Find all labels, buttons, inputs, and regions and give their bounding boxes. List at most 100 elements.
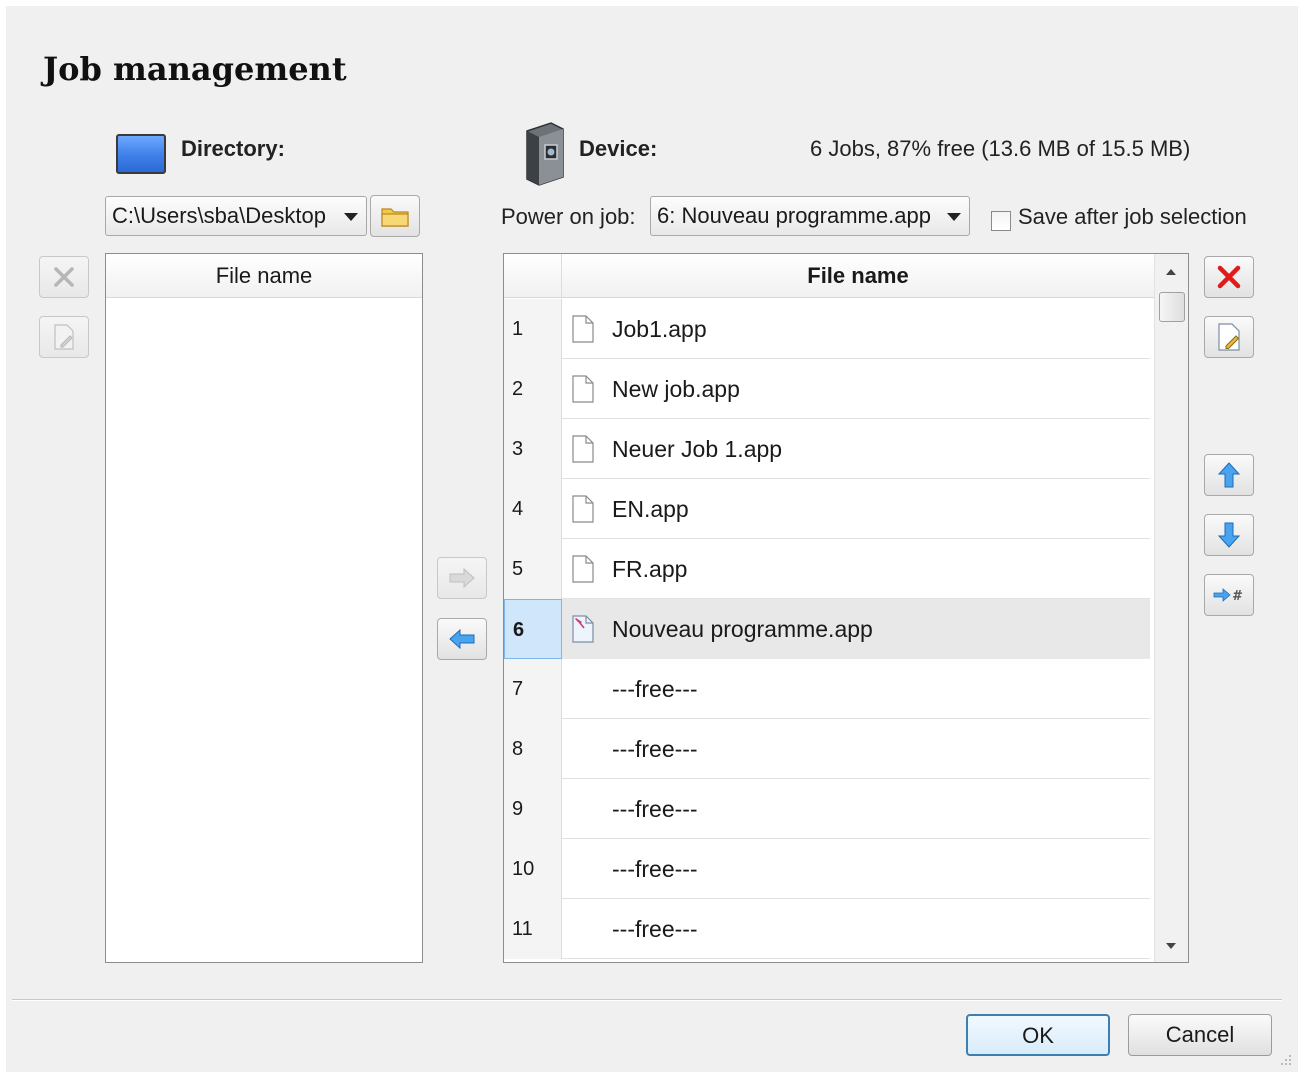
- job-row[interactable]: 10 ---free---: [504, 839, 1150, 899]
- move-to-slot-icon: #: [1213, 588, 1243, 604]
- job-file-name: ---free---: [612, 676, 698, 702]
- power-on-job-value: 6: Nouveau programme.app: [657, 203, 931, 228]
- job-cell[interactable]: Neuer Job 1.app: [562, 419, 1150, 479]
- save-after-selection-label: Save after job selection: [1018, 204, 1247, 229]
- job-file-name: ---free---: [612, 736, 698, 762]
- save-after-selection-checkbox[interactable]: [991, 211, 1011, 231]
- device-file-name-header[interactable]: File name: [562, 254, 1154, 298]
- job-row[interactable]: 1 Job1.app: [504, 299, 1150, 359]
- job-file-name: New job.app: [612, 376, 740, 402]
- power-on-job-combo[interactable]: 6: Nouveau programme.app: [650, 196, 970, 236]
- scroll-down-icon[interactable]: [1165, 942, 1177, 950]
- job-list-scrollbar[interactable]: [1154, 254, 1188, 962]
- cancel-button[interactable]: Cancel: [1128, 1014, 1272, 1056]
- delete-local-button[interactable]: [39, 256, 89, 298]
- separator-highlight: [12, 1000, 1282, 1001]
- rename-job-button[interactable]: [1204, 316, 1254, 358]
- job-slot-number: 7: [504, 659, 562, 719]
- job-row[interactable]: 5 FR.app: [504, 539, 1150, 599]
- rename-local-button[interactable]: [39, 316, 89, 358]
- folder-icon: [381, 208, 409, 227]
- file-icon: [572, 435, 594, 463]
- job-slot-number: 2: [504, 359, 562, 419]
- job-row[interactable]: 3 Neuer Job 1.app: [504, 419, 1150, 479]
- job-file-name: ---free---: [612, 856, 698, 882]
- ok-button[interactable]: OK: [966, 1014, 1110, 1056]
- directory-path-combo[interactable]: C:\Users\sba\Desktop: [105, 196, 367, 236]
- job-management-dialog: Job management Directory: C:\Users\sba\D…: [6, 6, 1298, 1072]
- device-status: 6 Jobs, 87% free (13.6 MB of 15.5 MB): [810, 136, 1191, 161]
- job-file-name: ---free---: [612, 916, 698, 942]
- move-up-button[interactable]: [1204, 454, 1254, 496]
- job-cell[interactable]: FR.app: [562, 539, 1150, 599]
- job-row[interactable]: 2 New job.app: [504, 359, 1150, 419]
- job-cell[interactable]: ---free---: [562, 839, 1150, 899]
- arrow-down-icon: [1217, 522, 1241, 548]
- file-icon: [572, 315, 594, 343]
- job-file-name: Neuer Job 1.app: [612, 436, 783, 462]
- job-cell[interactable]: New job.app: [562, 359, 1150, 419]
- directory-file-list[interactable]: File name: [105, 253, 423, 963]
- directory-path-value: C:\Users\sba\Desktop: [112, 203, 326, 228]
- job-row[interactable]: 4 EN.app: [504, 479, 1150, 539]
- job-file-name: ---free---: [612, 796, 698, 822]
- copy-to-device-button[interactable]: [437, 557, 487, 599]
- dialog-title: Job management: [43, 50, 347, 88]
- delete-icon: [1217, 265, 1241, 289]
- resize-grip-icon[interactable]: [1278, 1052, 1292, 1066]
- file-icon: [572, 495, 594, 523]
- job-row[interactable]: 8 ---free---: [504, 719, 1150, 779]
- power-on-job-label: Power on job:: [501, 204, 636, 229]
- file-icon: [572, 375, 594, 403]
- job-file-name: Job1.app: [612, 316, 707, 342]
- directory-file-name-header[interactable]: File name: [106, 254, 422, 298]
- job-slot-number: 11: [504, 899, 562, 959]
- move-to-number-button[interactable]: #: [1204, 574, 1254, 616]
- edit-file-icon: [54, 324, 74, 350]
- scroll-thumb[interactable]: [1159, 292, 1185, 322]
- job-row[interactable]: 6 Nouveau programme.app: [504, 599, 1150, 659]
- job-cell[interactable]: Nouveau programme.app: [562, 599, 1150, 659]
- browse-folder-button[interactable]: [370, 195, 420, 237]
- job-cell[interactable]: Job1.app: [562, 299, 1150, 359]
- job-slot-number: 6: [504, 599, 562, 659]
- job-slot-number: 4: [504, 479, 562, 539]
- copy-to-directory-button[interactable]: [437, 618, 487, 660]
- job-cell[interactable]: ---free---: [562, 719, 1150, 779]
- job-row[interactable]: 9 ---free---: [504, 779, 1150, 839]
- job-slot-number: 10: [504, 839, 562, 899]
- edit-file-icon: [1218, 323, 1240, 351]
- number-column-header: [504, 254, 562, 298]
- delete-icon: [54, 267, 74, 287]
- arrow-up-icon: [1217, 462, 1241, 488]
- job-cell[interactable]: ---free---: [562, 899, 1150, 959]
- svg-text:#: #: [1232, 589, 1243, 604]
- chevron-down-icon: [947, 213, 961, 221]
- delete-job-button[interactable]: [1204, 256, 1254, 298]
- power-on-file-icon: [572, 615, 594, 643]
- job-cell[interactable]: ---free---: [562, 779, 1150, 839]
- job-slot-number: 1: [504, 299, 562, 359]
- scroll-up-icon[interactable]: [1165, 268, 1177, 276]
- job-row[interactable]: 11 ---free---: [504, 899, 1150, 959]
- chevron-down-icon: [344, 213, 358, 221]
- arrow-left-icon: [449, 628, 475, 650]
- move-down-button[interactable]: [1204, 514, 1254, 556]
- job-row[interactable]: 7 ---free---: [504, 659, 1150, 719]
- job-file-name: Nouveau programme.app: [612, 616, 873, 642]
- job-slot-number: 8: [504, 719, 562, 779]
- device-label: Device:: [579, 136, 658, 161]
- job-file-name: FR.app: [612, 556, 688, 582]
- job-file-name: EN.app: [612, 496, 689, 522]
- device-job-list[interactable]: File name 1 Job1.app 2 New job.app 3 Neuer Jo…: [503, 253, 1189, 963]
- arrow-right-icon: [449, 567, 475, 589]
- camera-device-icon: [526, 122, 564, 186]
- monitor-icon: [116, 134, 166, 174]
- job-cell[interactable]: ---free---: [562, 659, 1150, 719]
- job-slot-number: 5: [504, 539, 562, 599]
- directory-label: Directory:: [181, 136, 285, 161]
- job-slot-number: 3: [504, 419, 562, 479]
- job-cell[interactable]: EN.app: [562, 479, 1150, 539]
- file-icon: [572, 555, 594, 583]
- job-slot-number: 9: [504, 779, 562, 839]
